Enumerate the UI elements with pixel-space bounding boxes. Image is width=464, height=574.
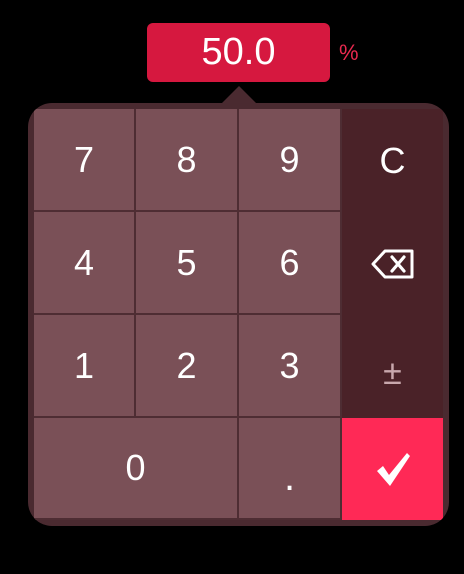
key-decimal-point[interactable]: . [239,418,342,520]
clear-button[interactable]: C [342,109,443,212]
key-5[interactable]: 5 [136,212,239,315]
confirm-button[interactable] [342,418,443,520]
key-0[interactable]: 0 [34,418,239,520]
sign-toggle-button[interactable]: ± [342,315,443,418]
key-9[interactable]: 9 [239,109,342,212]
key-4[interactable]: 4 [34,212,136,315]
key-2[interactable]: 2 [136,315,239,418]
checkmark-icon [373,449,413,489]
key-6[interactable]: 6 [239,212,342,315]
key-7[interactable]: 7 [34,109,136,212]
backspace-button[interactable] [342,212,443,315]
unit-label: % [339,40,359,65]
keypad: 7 8 9 4 5 6 1 2 3 0 . C ± [28,103,449,526]
backspace-icon [371,249,415,279]
key-1[interactable]: 1 [34,315,136,418]
popover-pointer [221,86,257,104]
key-3[interactable]: 3 [239,315,342,418]
key-8[interactable]: 8 [136,109,239,212]
value-display: 50.0 [147,23,330,82]
